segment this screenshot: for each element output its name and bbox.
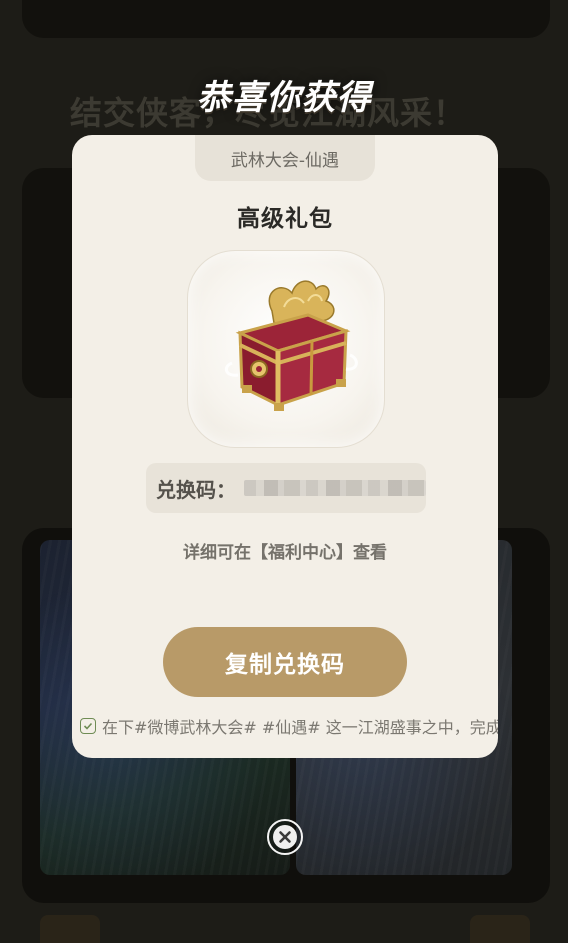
share-checkbox[interactable]: [80, 718, 96, 734]
redeem-code-row: 兑换码：: [146, 463, 426, 513]
treasure-chest-icon: [224, 280, 358, 411]
gift-image-frame: [187, 250, 385, 448]
background-deco-right: [470, 915, 530, 943]
share-text: 在下#微博武林大会# #仙遇# 这一江湖盛事之中，完成互动任务: [102, 718, 498, 737]
checkmark-icon: [83, 722, 93, 730]
popup-title: 恭喜你获得: [196, 78, 372, 118]
share-option-row[interactable]: 在下#微博武林大会# #仙遇# 这一江湖盛事之中，完成互动任务: [80, 713, 498, 739]
close-button[interactable]: [267, 819, 303, 855]
redeem-code-label: 兑换码：: [156, 477, 236, 502]
gift-name: 高级礼包: [237, 206, 333, 232]
event-tag: 武林大会-仙遇: [195, 135, 375, 181]
redeem-code-value-blurred: [244, 480, 426, 496]
copy-code-button[interactable]: 复制兑换码: [163, 627, 407, 697]
detail-hint: 详细可在【福利中心】查看: [183, 543, 387, 563]
background-deco-left: [40, 915, 100, 943]
reward-modal: 武林大会-仙遇 高级礼包 兑换码： 详细可在【福利中心】查看 复制兑换码 在下#…: [72, 135, 498, 758]
close-icon: [273, 825, 297, 849]
background-card-top: [22, 0, 550, 38]
